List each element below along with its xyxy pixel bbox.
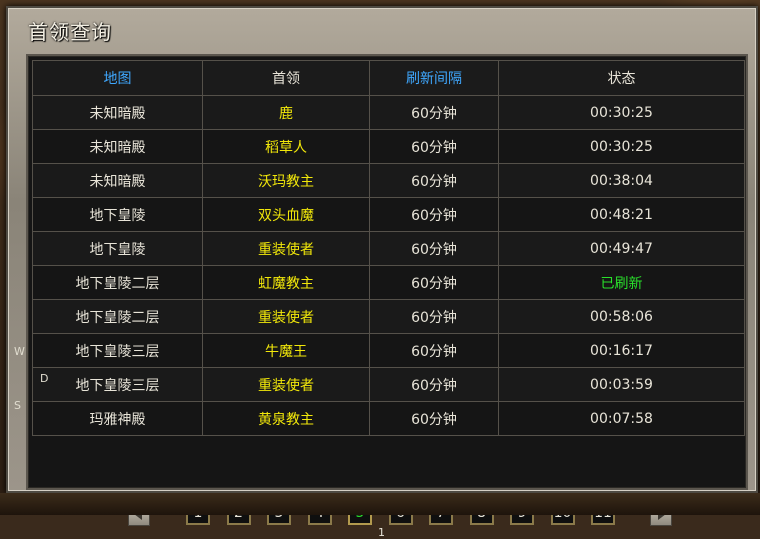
map-cell: 未知暗殿 (32, 129, 203, 164)
status-cell: 00:30:25 (498, 95, 745, 130)
map-cell: 未知暗殿 (32, 95, 203, 130)
interval-cell: 60分钟 (369, 265, 499, 300)
status-cell: 00:38:04 (498, 163, 745, 198)
boss-cell: 黄泉教主 (202, 401, 370, 436)
boss-cell: 鹿 (202, 95, 370, 130)
table-row[interactable]: 地下皇陵二层 虹魔教主 60分钟 已刷新 (32, 265, 745, 300)
boss-cell: 虹魔教主 (202, 265, 370, 300)
column-header-interval[interactable]: 刷新间隔 (369, 60, 499, 96)
interval-cell: 60分钟 (369, 163, 499, 198)
interval-cell: 60分钟 (369, 401, 499, 436)
table-row[interactable]: 地下皇陵三层 牛魔王 60分钟 00:16:17 (32, 333, 745, 368)
map-cell: 地下皇陵三层 (32, 333, 203, 368)
boss-cell: 重装使者 (202, 231, 370, 266)
status-cell: 00:16:17 (498, 333, 745, 368)
interval-cell: 60分钟 (369, 299, 499, 334)
map-cell: 地下皇陵 (32, 197, 203, 232)
interval-cell: 60分钟 (369, 197, 499, 232)
status-cell: 00:49:47 (498, 231, 745, 266)
map-cell: 未知暗殿 (32, 163, 203, 198)
boss-cell: 沃玛教主 (202, 163, 370, 198)
bottom-hud-strip (0, 493, 760, 515)
table-row[interactable]: 地下皇陵三层 重装使者 60分钟 00:03:59 (32, 367, 745, 402)
interval-cell: 60分钟 (369, 95, 499, 130)
current-page-subscript: 1 (378, 526, 385, 539)
map-cell: 玛雅神殿 (32, 401, 203, 436)
status-cell: 00:30:25 (498, 129, 745, 164)
interval-cell: 60分钟 (369, 129, 499, 164)
side-label-w: W (14, 345, 25, 358)
side-label-s: S (14, 399, 21, 412)
status-cell: 00:07:58 (498, 401, 745, 436)
boss-table: 地图 首领 刷新间隔 状态 未知暗殿鹿 60分钟 00:30:25 未知暗殿 稻草人 60… (32, 60, 745, 436)
table-row[interactable]: 玛雅神殿 黄泉教主 60分钟 00:07:58 (32, 401, 745, 436)
table-row[interactable]: 地下皇陵 重装使者 60分钟 00:49:47 (32, 231, 745, 266)
status-cell: 00:48:21 (498, 197, 745, 232)
column-header-status: 状态 (498, 60, 745, 96)
table-row[interactable]: 未知暗殿 稻草人 60分钟 00:30:25 (32, 129, 745, 164)
table-row[interactable]: 未知暗殿鹿 60分钟 00:30:25 (32, 95, 745, 130)
boss-cell: 重装使者 (202, 367, 370, 402)
status-cell: 00:03:59 (498, 367, 745, 402)
column-header-map[interactable]: 地图 (32, 60, 203, 96)
interval-cell: 60分钟 (369, 367, 499, 402)
status-cell: 00:58:06 (498, 299, 745, 334)
map-cell: 地下皇陵二层 (32, 299, 203, 334)
table-row[interactable]: 地下皇陵二层 重装使者 60分钟 00:58:06 (32, 299, 745, 334)
side-label-d: D (40, 372, 49, 385)
column-header-boss: 首领 (202, 60, 370, 96)
table-header-row: 地图 首领 刷新间隔 状态 (32, 60, 745, 96)
interval-cell: 60分钟 (369, 333, 499, 368)
table-row[interactable]: 未知暗殿 沃玛教主 60分钟 00:38:04 (32, 163, 745, 198)
boss-cell: 重装使者 (202, 299, 370, 334)
status-cell: 已刷新 (498, 265, 745, 300)
map-cell: 地下皇陵三层 (32, 367, 203, 402)
panel-title: 首领查询 (28, 20, 112, 44)
interval-cell: 60分钟 (369, 231, 499, 266)
map-cell: 地下皇陵 (32, 231, 203, 266)
boss-cell: 牛魔王 (202, 333, 370, 368)
boss-cell: 双头血魔 (202, 197, 370, 232)
boss-table-frame: 地图 首领 刷新间隔 状态 未知暗殿鹿 60分钟 00:30:25 未知暗殿 稻草人 60… (26, 54, 748, 539)
boss-cell: 稻草人 (202, 129, 370, 164)
boss-query-panel: 首领查询 地图 首领 刷新间隔 状态 未知暗殿鹿 60分钟 00:30:25 未知暗殿… (6, 6, 758, 539)
table-row[interactable]: 地下皇陵 双头血魔 60分钟 00:48:21 (32, 197, 745, 232)
map-cell: 地下皇陵二层 (32, 265, 203, 300)
